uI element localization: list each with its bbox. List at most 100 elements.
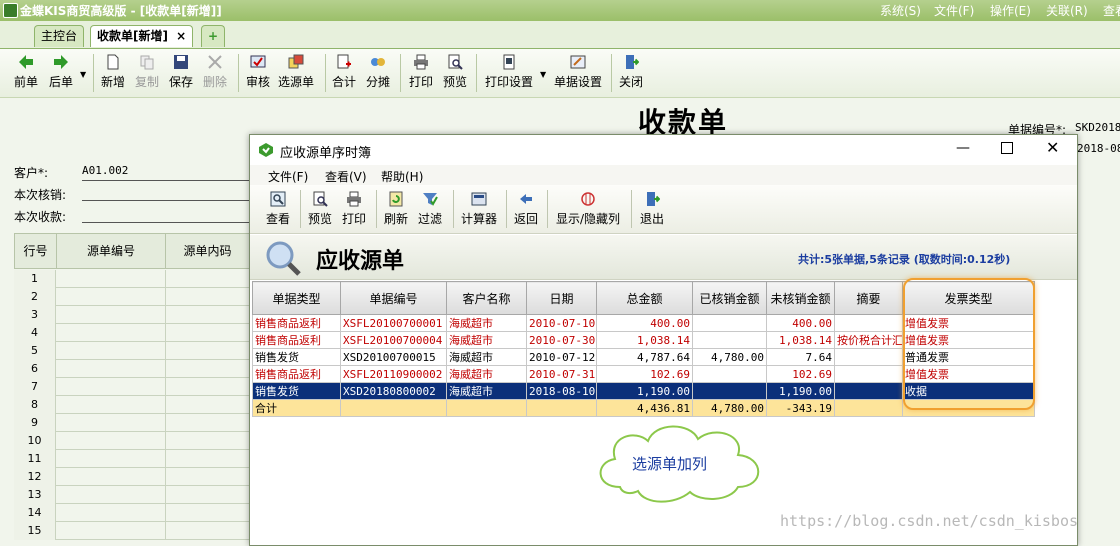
col-doc-no[interactable]: 单据编号 bbox=[340, 281, 447, 315]
columns-icon bbox=[581, 192, 595, 206]
save-icon bbox=[174, 55, 188, 69]
print-button[interactable]: 打印 bbox=[342, 191, 366, 231]
audit-button[interactable]: 审核 bbox=[241, 52, 275, 94]
dropdown-arrow-icon[interactable]: ▼ bbox=[80, 70, 86, 79]
prev-doc-button[interactable]: 前单 bbox=[9, 52, 43, 94]
plus-icon: + bbox=[208, 29, 219, 43]
customer-field[interactable]: A01.002 bbox=[82, 164, 128, 177]
total-cell-empty bbox=[340, 399, 447, 417]
doc-settings-button[interactable]: 单据设置 bbox=[551, 52, 605, 94]
cell-type: 销售商品返利 bbox=[252, 331, 341, 349]
toolbar-divider bbox=[506, 190, 507, 228]
next-doc-button[interactable]: 后单 bbox=[44, 52, 78, 94]
preview-button[interactable]: 预览 bbox=[438, 52, 472, 94]
cell-divider bbox=[165, 324, 166, 342]
menu-file[interactable]: 文件(F) bbox=[268, 168, 308, 185]
cell-written bbox=[692, 365, 767, 383]
col-total[interactable]: 总金额 bbox=[596, 281, 693, 315]
close-icon[interactable]: × bbox=[176, 29, 186, 43]
refresh-button[interactable]: 刷新 bbox=[384, 191, 408, 231]
cell-divider bbox=[165, 432, 166, 450]
row-number: 11 bbox=[14, 450, 56, 468]
col-unwritten[interactable]: 未核销金额 bbox=[766, 281, 835, 315]
allocate-button[interactable]: 分摊 bbox=[361, 52, 395, 94]
menu-file[interactable]: 文件(F) bbox=[934, 2, 974, 19]
doc-number-value[interactable]: SKD20180 bbox=[1075, 121, 1120, 134]
close-window-button[interactable]: ✕ bbox=[1046, 138, 1059, 157]
view-button[interactable]: 查看 bbox=[266, 191, 290, 231]
audit-icon bbox=[250, 55, 266, 68]
tab-receipt-new[interactable]: 收款单[新增] × bbox=[90, 25, 194, 47]
printer-icon bbox=[347, 191, 361, 207]
exit-button[interactable]: 退出 bbox=[640, 191, 664, 231]
new-button[interactable]: 新增 bbox=[96, 52, 130, 94]
preview-button[interactable]: 预览 bbox=[308, 191, 332, 231]
total-cell-type: 合计 bbox=[252, 399, 341, 417]
write-off-field[interactable] bbox=[82, 200, 249, 201]
toolbar-divider bbox=[325, 54, 326, 92]
callout-text: 选源单加列 bbox=[632, 455, 708, 473]
cell-customer: 海威超市 bbox=[446, 314, 527, 332]
doc-date-value[interactable]: 2018-08- bbox=[1077, 142, 1120, 155]
grid-header-source-code[interactable]: 源单内码 bbox=[165, 233, 250, 269]
menu-operation[interactable]: 操作(E) bbox=[990, 2, 1031, 19]
calculator-button[interactable]: 计算器 bbox=[461, 191, 497, 231]
cell-memo bbox=[834, 365, 903, 383]
return-button[interactable]: 返回 bbox=[514, 191, 538, 231]
total-cell-total: 4,436.81 bbox=[596, 399, 693, 417]
print-settings-button[interactable]: 打印设置 bbox=[482, 52, 536, 94]
cell-type: 销售商品返利 bbox=[252, 314, 341, 332]
grid-header-row-no[interactable]: 行号 bbox=[14, 233, 57, 269]
cell-unwritten: 1,190.00 bbox=[766, 382, 835, 400]
sum-button[interactable]: 合计 bbox=[327, 52, 361, 94]
exit-door-icon bbox=[647, 192, 660, 206]
customer-label: 客户*: bbox=[14, 166, 49, 180]
col-customer[interactable]: 客户名称 bbox=[446, 281, 527, 315]
cell-customer: 海威超市 bbox=[446, 348, 527, 366]
col-memo[interactable]: 摘要 bbox=[834, 281, 903, 315]
menu-help[interactable]: 帮助(H) bbox=[381, 168, 423, 185]
tab-console[interactable]: 主控台 bbox=[34, 25, 85, 47]
maximize-button[interactable] bbox=[1001, 142, 1013, 154]
toggle-columns-button[interactable]: 显示/隐藏列 bbox=[556, 191, 620, 231]
menu-view[interactable]: 查看 bbox=[1103, 2, 1120, 19]
cell-written: 4,780.00 bbox=[692, 348, 767, 366]
add-tab-button[interactable]: + bbox=[201, 25, 225, 47]
col-written-off[interactable]: 已核销金额 bbox=[692, 281, 767, 315]
app-logo-icon bbox=[3, 3, 18, 18]
cell-no: XSFL20100700001 bbox=[340, 314, 447, 332]
menu-relate[interactable]: 关联(R) bbox=[1046, 2, 1088, 19]
cell-date: 2010-07-10 bbox=[526, 314, 597, 332]
menu-view[interactable]: 查看(V) bbox=[325, 168, 367, 185]
cell-divider bbox=[165, 396, 166, 414]
write-off-label: 本次核销: bbox=[14, 188, 67, 202]
grid-header-source-no[interactable]: 源单编号 bbox=[56, 233, 166, 269]
col-doc-type[interactable]: 单据类型 bbox=[252, 281, 341, 315]
filter-button[interactable]: 过滤 bbox=[418, 191, 442, 231]
cell-divider bbox=[165, 342, 166, 360]
row-number: 15 bbox=[14, 522, 56, 540]
receipt-label: 本次收款: bbox=[14, 210, 67, 224]
cell-type: 销售发货 bbox=[252, 348, 341, 366]
preview-icon bbox=[313, 191, 328, 207]
print-button[interactable]: 打印 bbox=[404, 52, 438, 94]
dropdown-arrow-icon[interactable]: ▼ bbox=[540, 70, 546, 79]
invoice-column-highlight bbox=[903, 278, 1035, 410]
print-settings-icon bbox=[503, 54, 515, 70]
arrow-left-icon bbox=[19, 55, 33, 69]
copy-button[interactable]: 复制 bbox=[130, 52, 164, 94]
total-cell-empty bbox=[446, 399, 527, 417]
toolbar-divider bbox=[93, 54, 94, 92]
cell-date: 2010-07-30 bbox=[526, 331, 597, 349]
minimize-button[interactable]: — bbox=[956, 140, 970, 156]
col-date[interactable]: 日期 bbox=[526, 281, 597, 315]
save-button[interactable]: 保存 bbox=[164, 52, 198, 94]
select-source-button[interactable]: 选源单 bbox=[276, 52, 316, 94]
delete-button[interactable]: 删除 bbox=[198, 52, 232, 94]
receipt-field[interactable] bbox=[82, 222, 249, 223]
select-source-icon bbox=[288, 54, 304, 69]
close-button[interactable]: 关闭 bbox=[614, 52, 648, 94]
menu-system[interactable]: 系统(S) bbox=[880, 2, 921, 19]
cell-customer: 海威超市 bbox=[446, 365, 527, 383]
sum-icon bbox=[337, 54, 351, 69]
